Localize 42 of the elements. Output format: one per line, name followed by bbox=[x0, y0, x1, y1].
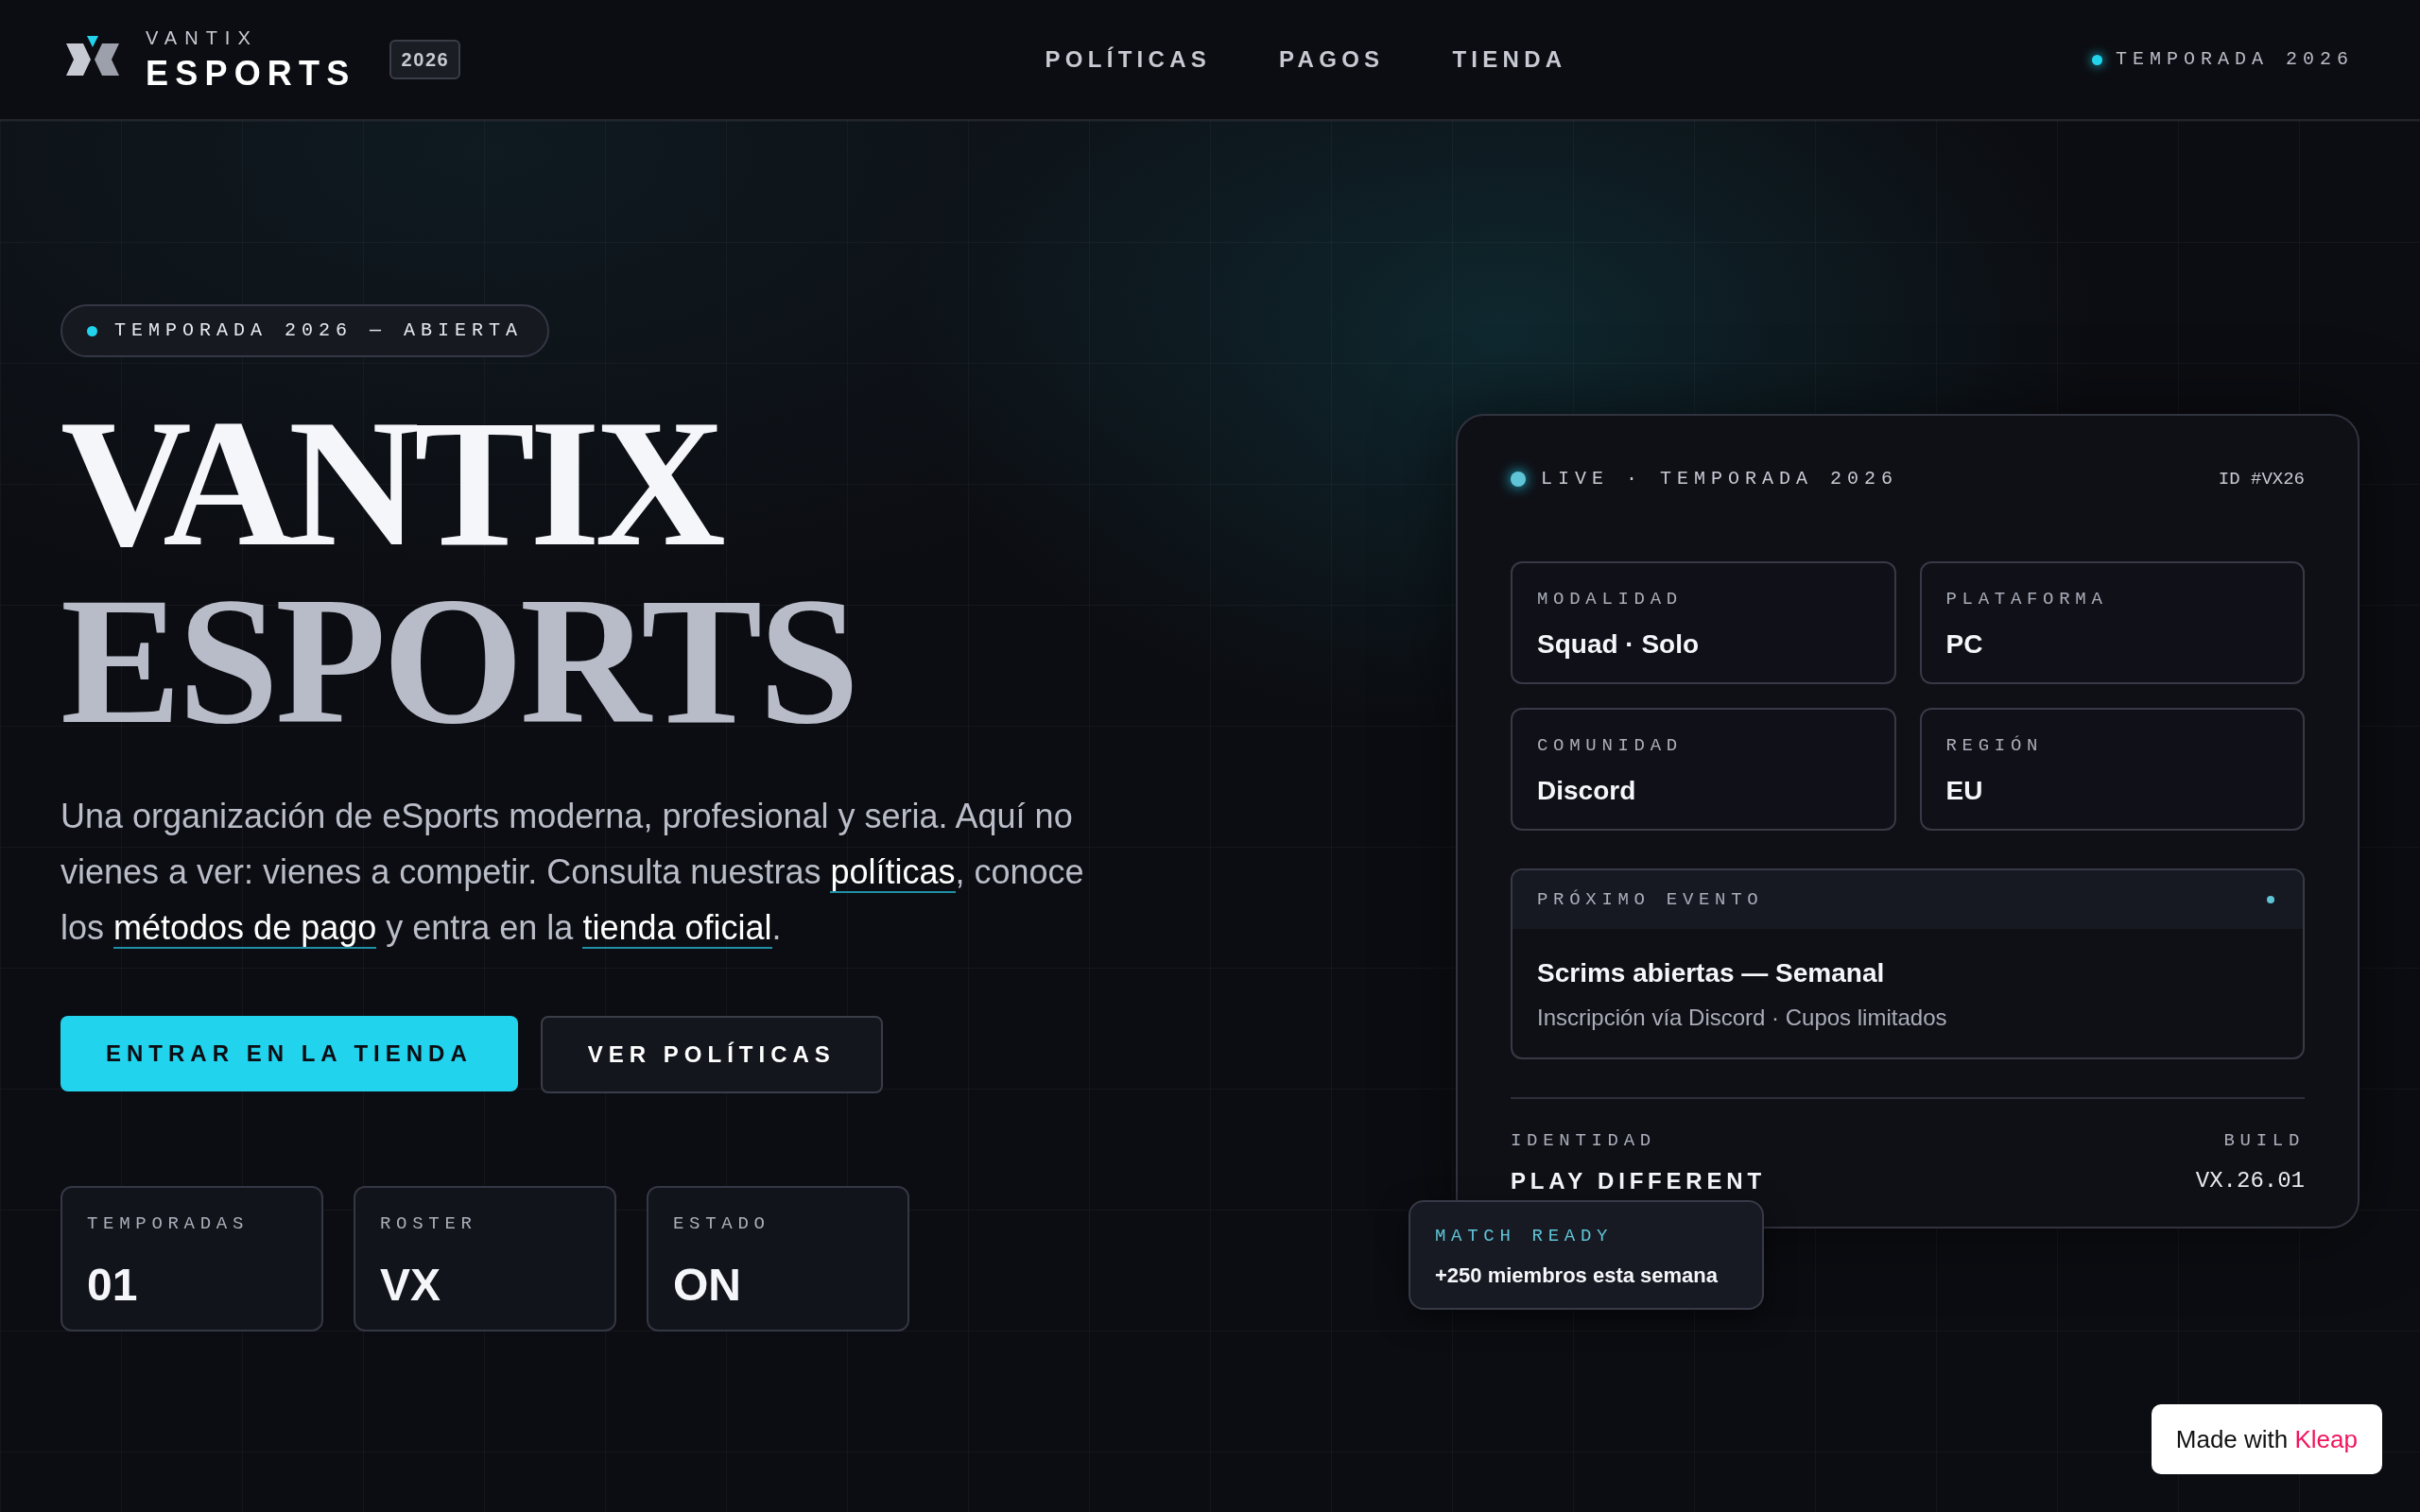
stat-label: ESTADO bbox=[673, 1212, 771, 1237]
event-label: PRÓXIMO EVENTO bbox=[1537, 887, 1764, 912]
inline-link[interactable]: métodos de pago bbox=[113, 908, 377, 950]
hero-title: ESPORTS bbox=[60, 573, 857, 751]
event-title: Scrims abiertas — Semanal bbox=[1537, 957, 1886, 989]
tile-label: REGIÓN bbox=[1945, 734, 2045, 758]
inline-link[interactable]: tienda oficial bbox=[582, 908, 772, 950]
made-with-badge[interactable]: Made with Kleap bbox=[2151, 1404, 2382, 1474]
toast-text: +250 miembros esta semana bbox=[1435, 1262, 1719, 1289]
tile-label: PLATAFORMA bbox=[1945, 588, 2109, 611]
live-status: LIVE · TEMPORADA 2026 bbox=[1541, 467, 1899, 491]
stat-value: VX bbox=[380, 1258, 442, 1312]
inline-link[interactable]: políticas bbox=[830, 852, 956, 894]
tile-value: Discord bbox=[1537, 774, 1637, 807]
stat-label: TEMPORADAS bbox=[87, 1212, 251, 1237]
brand-tagline: VANTIX bbox=[146, 28, 259, 47]
event-detail: Inscripción vía Discord · Cupos limitados bbox=[1537, 1004, 1948, 1032]
nav-link[interactable]: POLÍTICAS bbox=[1045, 43, 1212, 77]
identity-value: PLAY DIFFERENT bbox=[1511, 1166, 1766, 1195]
identity-label: IDENTIDAD bbox=[1511, 1129, 1657, 1153]
shop-button[interactable]: ENTRAR EN LA TIENDA bbox=[60, 1016, 518, 1092]
year-badge: 2026 bbox=[389, 40, 461, 79]
brand-name: ESPORTS bbox=[146, 57, 356, 91]
build-label: BUILD bbox=[2223, 1129, 2305, 1153]
nav-link[interactable]: PAGOS bbox=[1279, 43, 1385, 77]
card-id: ID #VX26 bbox=[2218, 467, 2305, 491]
tile-label: MODALIDAD bbox=[1537, 588, 1684, 611]
pill-text: TEMPORADA 2026 — ABIERTA bbox=[114, 318, 524, 343]
tile-label: COMUNIDAD bbox=[1537, 734, 1684, 758]
tile-value: EU bbox=[1945, 774, 1984, 807]
policies-button[interactable]: VER POLÍTICAS bbox=[540, 1016, 883, 1094]
stat-value: 01 bbox=[87, 1258, 139, 1312]
hero-title: VANTIX bbox=[60, 395, 722, 574]
nav-link[interactable]: TIENDA bbox=[1452, 43, 1567, 77]
stat-label: ROSTER bbox=[380, 1212, 478, 1237]
stat-value: ON bbox=[673, 1258, 742, 1312]
intro-paragraph: Una organización de eSports moderna, profesional y seria. Aquí no vienes a ver: vienes a competir. Consulta nuestras políticas, conoce los métodos de pago y entra en la tienda oficial. bbox=[60, 796, 1085, 952]
tile-value: Squad · Solo bbox=[1537, 627, 1701, 661]
build-value: VX.26.01 bbox=[2195, 1166, 2305, 1195]
tile-value: PC bbox=[1945, 627, 1984, 661]
toast-label: MATCH READY bbox=[1435, 1225, 1615, 1248]
season-label: TEMPORADA 2026 bbox=[2115, 47, 2354, 72]
